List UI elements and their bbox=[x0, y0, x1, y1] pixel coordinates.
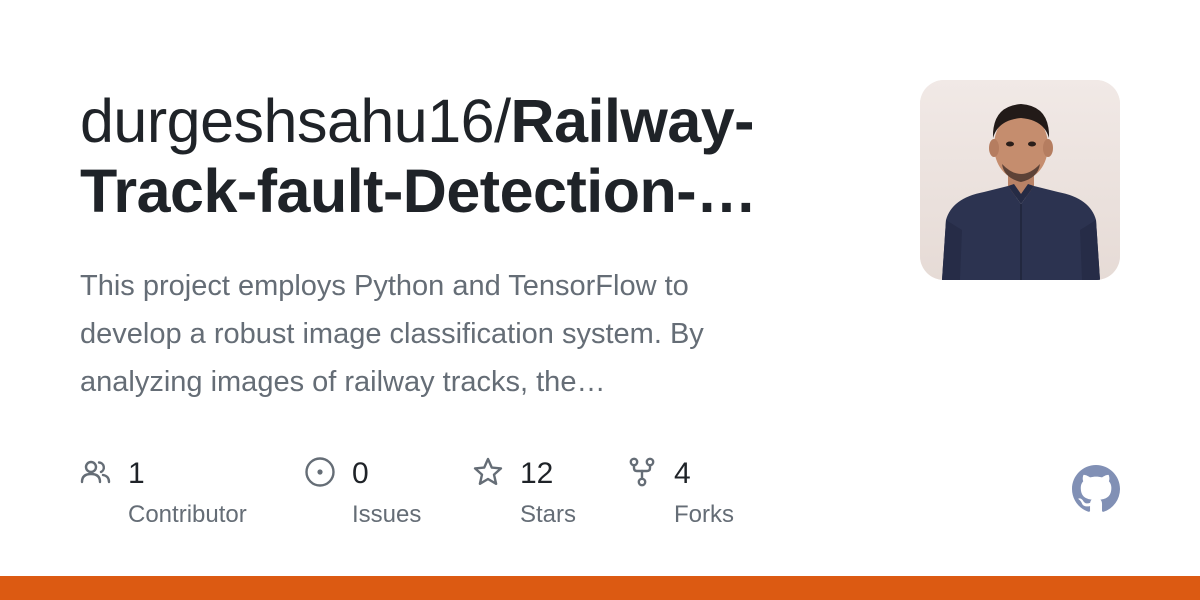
contributors-count: 1 bbox=[128, 457, 145, 490]
issues-count: 0 bbox=[352, 457, 369, 490]
stars-count: 12 bbox=[520, 457, 554, 490]
star-icon bbox=[473, 457, 503, 485]
avatar-portrait bbox=[920, 80, 1120, 280]
forks-label: Forks bbox=[674, 501, 734, 528]
issue-icon bbox=[305, 457, 335, 487]
language-bar bbox=[0, 576, 1200, 600]
stars-label: Stars bbox=[520, 501, 577, 528]
repo-stats: 1 Contributor 0 Issues 12 Stars 4 Forks bbox=[80, 452, 880, 542]
github-logo-icon[interactable] bbox=[1072, 465, 1120, 513]
description-line-3: analyzing images of railway tracks, the… bbox=[80, 366, 606, 398]
fork-icon bbox=[629, 457, 655, 487]
repo-description: This project employs Python and TensorFl… bbox=[80, 262, 840, 406]
issues-label: Issues bbox=[352, 501, 422, 528]
repo-title[interactable]: durgeshsahu16/Railway- Track-fault-Detec… bbox=[80, 86, 840, 226]
repo-owner[interactable]: durgeshsahu16/ bbox=[80, 87, 511, 155]
description-line-2: develop a robust image classification sy… bbox=[80, 318, 704, 350]
forks-count: 4 bbox=[674, 457, 691, 490]
people-icon bbox=[80, 460, 111, 484]
repo-name-line-1[interactable]: Railway- bbox=[511, 87, 755, 155]
repo-name-line-2[interactable]: Track-fault-Detection-… bbox=[80, 157, 757, 225]
description-line-1: This project employs Python and TensorFl… bbox=[80, 270, 689, 302]
owner-avatar[interactable] bbox=[920, 80, 1120, 280]
contributors-label: Contributor bbox=[128, 501, 247, 528]
